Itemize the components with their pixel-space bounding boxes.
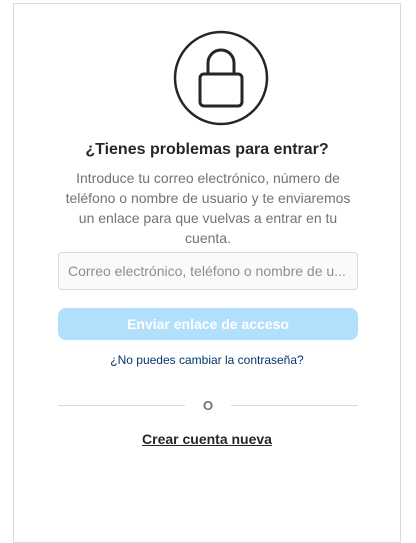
create-account-link[interactable]: Crear cuenta nueva — [14, 430, 400, 448]
divider-line-right — [231, 405, 358, 406]
page-title: ¿Tienes problemas para entrar? — [85, 141, 329, 158]
cant-reset-password-link[interactable]: ¿No puedes cambiar la contraseña? — [14, 352, 400, 368]
lock-icon — [173, 30, 269, 126]
instructions-text: Introduce tu correo electrónico, número … — [65, 170, 351, 246]
divider-line-left — [58, 405, 185, 406]
divider-or-text: O — [202, 398, 214, 413]
identifier-input[interactable] — [58, 252, 358, 290]
send-login-link-button[interactable]: Enviar enlace de acceso — [58, 308, 358, 340]
password-reset-card: ¿Tienes problemas para entrar? Introduce… — [13, 3, 401, 543]
